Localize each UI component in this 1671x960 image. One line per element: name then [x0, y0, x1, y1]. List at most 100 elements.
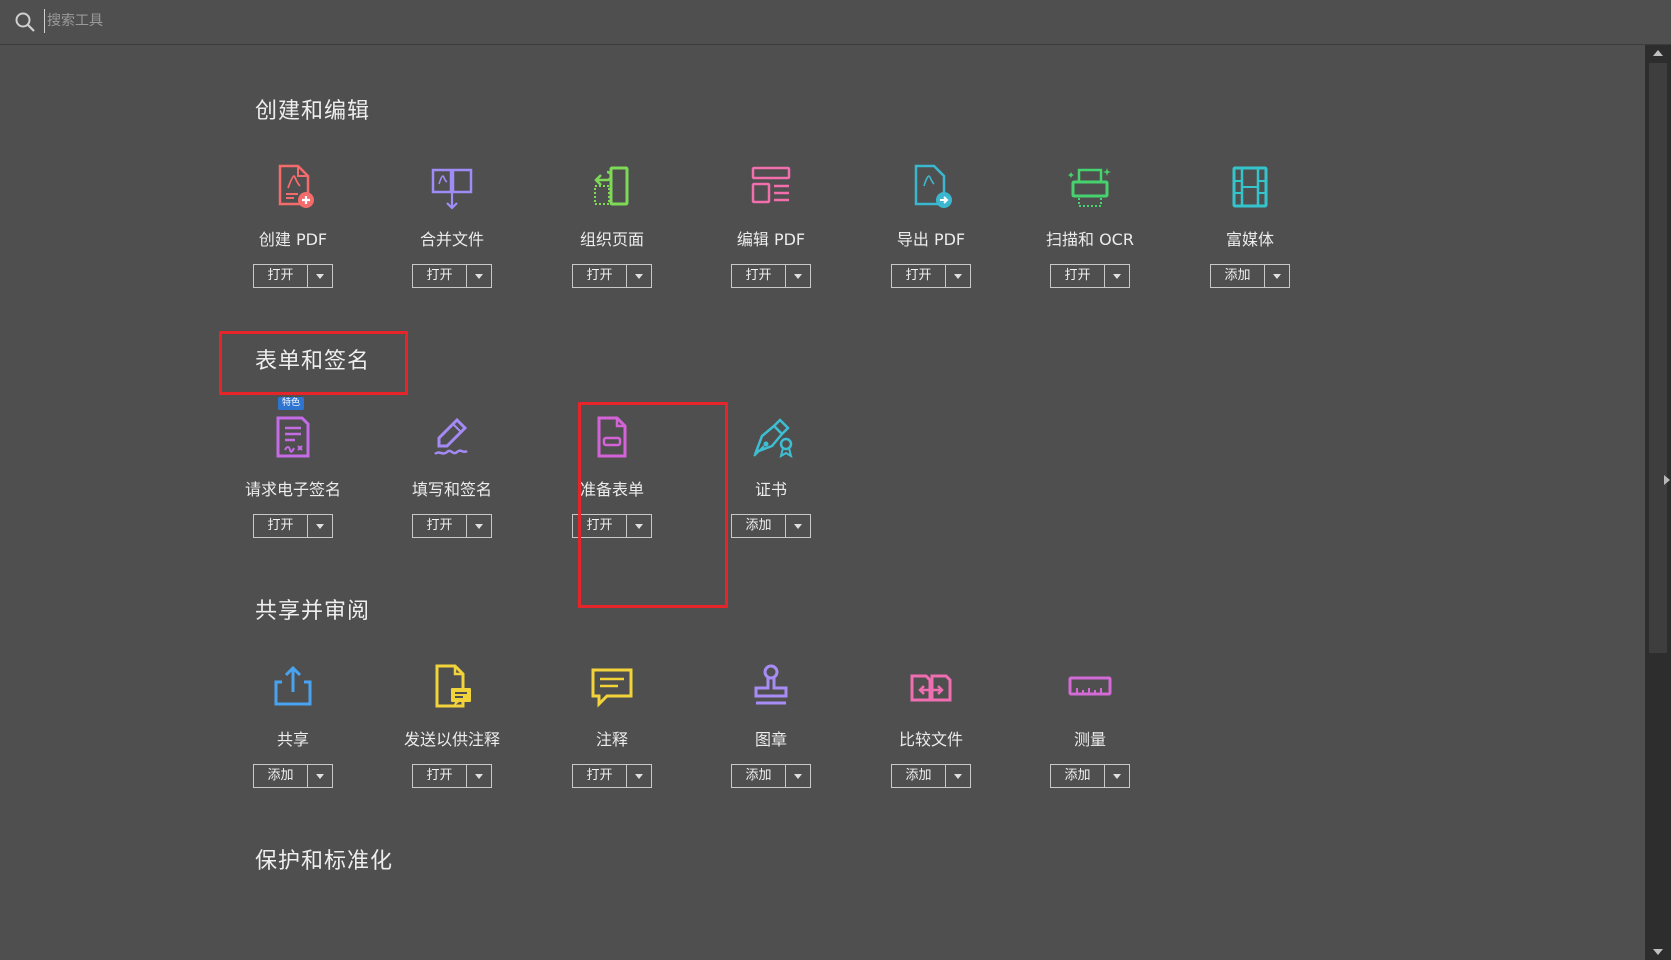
tool-action-button-group: 打开 — [731, 264, 811, 288]
tool-action-button[interactable]: 添加 — [1051, 765, 1105, 787]
vertical-scrollbar[interactable] — [1645, 45, 1671, 960]
tool-action-button[interactable]: 打开 — [573, 765, 627, 787]
tool-dropdown-button[interactable] — [946, 765, 970, 787]
tool-action-button[interactable]: 打开 — [413, 765, 467, 787]
tool-action-button[interactable]: 打开 — [573, 265, 627, 287]
chevron-down-icon — [1273, 273, 1281, 279]
tool-dropdown-button[interactable] — [467, 515, 491, 537]
featured-badge: 特色 — [278, 397, 305, 410]
tool-action-button-group: 打开 — [1050, 264, 1130, 288]
tool-action-button[interactable]: 打开 — [413, 515, 467, 537]
scroll-thumb[interactable] — [1649, 63, 1667, 653]
tool-action-button[interactable]: 打开 — [1051, 265, 1105, 287]
edit-pdf-icon[interactable] — [746, 162, 796, 212]
tool-action-button[interactable]: 打开 — [892, 265, 946, 287]
tool-action-button[interactable]: 添加 — [732, 765, 786, 787]
tool-dropdown-button[interactable] — [627, 265, 651, 287]
section-title-create-edit: 创建和编辑 — [255, 99, 371, 124]
tool-measure[interactable]: 测量 添加 — [1005, 662, 1175, 812]
export-pdf-icon[interactable] — [906, 162, 956, 212]
tool-fill-sign[interactable]: 填写和签名 打开 — [367, 412, 537, 562]
scan-ocr-icon[interactable] — [1065, 162, 1115, 212]
tool-action-button[interactable]: 添加 — [254, 765, 308, 787]
tool-stamp[interactable]: 图章添加 — [686, 662, 856, 812]
tool-dropdown-button[interactable] — [946, 265, 970, 287]
tool-action-button-group: 添加 — [1050, 764, 1130, 788]
tool-name: 图章 — [754, 730, 787, 749]
tool-dropdown-button[interactable] — [308, 265, 332, 287]
tool-dropdown-button[interactable] — [1105, 765, 1129, 787]
tool-action-button-group: 添加 — [731, 514, 811, 538]
tool-name: 扫描和 OCR — [1046, 230, 1134, 249]
combine-files-icon[interactable] — [427, 162, 477, 212]
tool-action-button[interactable]: 打开 — [413, 265, 467, 287]
tool-compare-files[interactable]: 比较文件 添加 — [846, 662, 1016, 812]
tool-action-button[interactable]: 打开 — [732, 265, 786, 287]
chevron-down-icon — [475, 773, 483, 779]
tool-action-button-group: 打开 — [253, 514, 333, 538]
highlight-box-section — [219, 331, 408, 395]
tool-name: 发送以供注释 — [403, 730, 500, 749]
tool-dropdown-button[interactable] — [786, 265, 810, 287]
chevron-down-icon — [316, 273, 324, 279]
section-title-share-review: 共享并审阅 — [255, 599, 371, 624]
chevron-down-icon — [794, 273, 802, 279]
create-pdf-icon[interactable] — [268, 162, 318, 212]
stamp-icon[interactable] — [746, 662, 796, 712]
tool-name: 富媒体 — [1225, 230, 1274, 249]
chevron-down-icon — [635, 273, 643, 279]
scroll-up-arrow-icon[interactable] — [1653, 50, 1663, 56]
share-icon[interactable] — [268, 662, 318, 712]
tool-action-button[interactable]: 添加 — [732, 515, 786, 537]
tool-dropdown-button[interactable] — [786, 515, 810, 537]
tool-name: 组织页面 — [579, 230, 644, 249]
tool-action-button-group: 打开 — [412, 514, 492, 538]
tool-action-button-group: 打开 — [572, 764, 652, 788]
search-input[interactable] — [44, 9, 449, 33]
tool-dropdown-button[interactable] — [786, 765, 810, 787]
tools-content: 创建和编辑 表单和签名 共享并审阅 保护和标准化 创建 PDF 打开 合并文件 打开组… — [0, 45, 1645, 960]
comment-icon[interactable] — [587, 662, 637, 712]
tool-dropdown-button[interactable] — [1265, 265, 1289, 287]
scroll-down-arrow-icon[interactable] — [1653, 949, 1663, 955]
send-comment-icon[interactable] — [427, 662, 477, 712]
tool-dropdown-button[interactable] — [627, 765, 651, 787]
tool-dropdown-button[interactable] — [308, 765, 332, 787]
tool-dropdown-button[interactable] — [467, 265, 491, 287]
chevron-down-icon — [475, 273, 483, 279]
tool-combine-files[interactable]: 合并文件 打开 — [367, 162, 537, 312]
measure-icon[interactable] — [1065, 662, 1115, 712]
search-icon — [15, 12, 35, 32]
tool-dropdown-button[interactable] — [1105, 265, 1129, 287]
fill-sign-icon[interactable] — [427, 412, 477, 462]
tool-action-button[interactable]: 添加 — [1211, 265, 1265, 287]
chevron-down-icon — [954, 273, 962, 279]
compare-files-icon[interactable] — [906, 662, 956, 712]
tool-action-button-group: 添加 — [253, 764, 333, 788]
tool-edit-pdf[interactable]: 编辑 PDF 打开 — [686, 162, 856, 312]
request-esign-icon[interactable] — [268, 412, 318, 462]
search-bar — [0, 0, 1671, 45]
tool-scan-ocr[interactable]: 扫描和 OCR 打开 — [1005, 162, 1175, 312]
expand-panel-arrow-icon[interactable] — [1664, 475, 1670, 485]
chevron-down-icon — [635, 773, 643, 779]
tool-request-esign[interactable]: 特色 请求电子签名 打开 — [208, 397, 378, 562]
tool-share[interactable]: 共享 添加 — [208, 662, 378, 812]
tool-action-button[interactable]: 添加 — [892, 765, 946, 787]
tool-dropdown-button[interactable] — [467, 765, 491, 787]
chevron-down-icon — [1113, 273, 1121, 279]
tool-action-button[interactable]: 打开 — [254, 515, 308, 537]
tool-send-comment[interactable]: 发送以供注释打开 — [367, 662, 537, 812]
rich-media-icon[interactable] — [1225, 162, 1275, 212]
tool-organize-pages[interactable]: 组织页面打开 — [527, 162, 697, 312]
tool-dropdown-button[interactable] — [308, 515, 332, 537]
chevron-down-icon — [1113, 773, 1121, 779]
organize-pages-icon[interactable] — [587, 162, 637, 212]
tool-create-pdf[interactable]: 创建 PDF 打开 — [208, 162, 378, 312]
chevron-down-icon — [316, 523, 324, 529]
tool-rich-media[interactable]: 富媒体添加 — [1165, 162, 1335, 312]
tool-comment[interactable]: 注释 打开 — [527, 662, 697, 812]
tool-action-button[interactable]: 打开 — [254, 265, 308, 287]
certificate-icon[interactable] — [746, 412, 796, 462]
tool-export-pdf[interactable]: 导出 PDF 打开 — [846, 162, 1016, 312]
